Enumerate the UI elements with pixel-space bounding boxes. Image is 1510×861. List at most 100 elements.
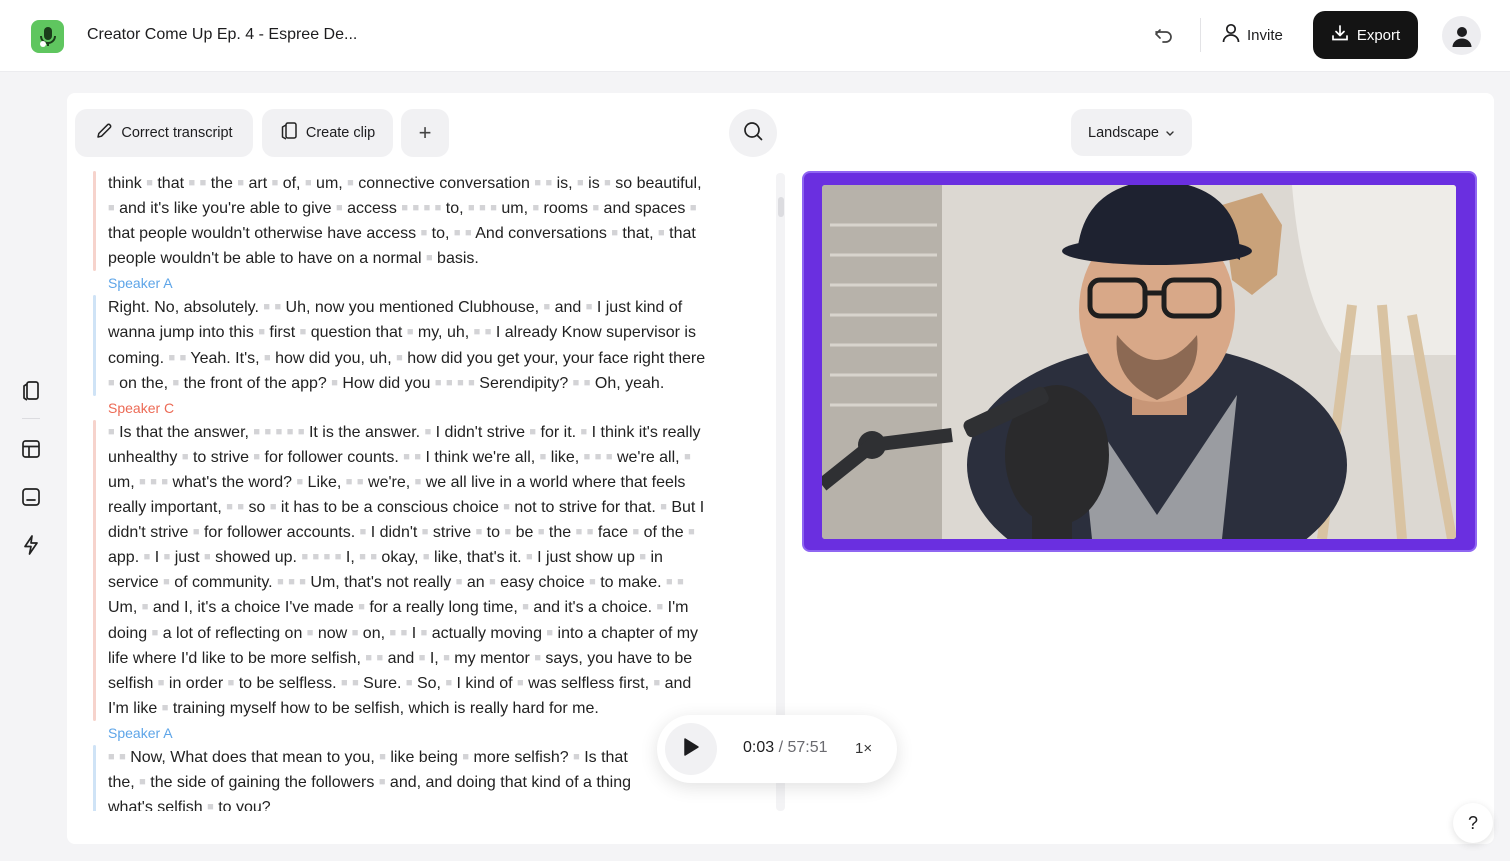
pause-marker[interactable]: ■ [108,377,115,389]
transcript-line[interactable]: ■ on the, ■ the front of the app? ■ How … [108,371,761,396]
pause-marker[interactable]: ■ [517,677,524,689]
transcript-line[interactable]: coming. ■ ■ Yeah. It's, ■ how did you, u… [108,346,761,371]
pause-marker[interactable]: ■ [253,426,260,438]
pause-marker[interactable]: ■ [358,601,365,613]
pause-marker[interactable]: ■ [119,751,126,763]
pause-marker[interactable]: ■ [595,451,602,463]
episode-title[interactable]: Creator Come Up Ep. 4 - Espree De... [87,26,357,44]
pause-marker[interactable]: ■ [228,677,235,689]
pause-marker[interactable]: ■ [288,576,295,588]
pause-marker[interactable]: ■ [253,451,260,463]
transcript-line[interactable]: service ■ of community. ■ ■ ■ Um, that's… [108,570,761,595]
pause-marker[interactable]: ■ [264,352,271,364]
pause-marker[interactable]: ■ [237,177,244,189]
transcript-line[interactable]: unhealthy ■ to strive ■ for follower cou… [108,445,761,470]
pause-marker[interactable]: ■ [435,202,442,214]
transcript-line[interactable]: people wouldn't be able to have on a nor… [108,246,761,271]
pause-marker[interactable]: ■ [474,326,481,338]
pause-marker[interactable]: ■ [180,352,187,364]
pause-marker[interactable]: ■ [576,526,583,538]
pause-marker[interactable]: ■ [421,227,428,239]
pause-marker[interactable]: ■ [446,377,453,389]
pause-marker[interactable]: ■ [272,177,279,189]
pause-marker[interactable]: ■ [347,177,354,189]
help-button[interactable]: ? [1453,803,1493,843]
pause-marker[interactable]: ■ [162,702,169,714]
transcript-paragraph[interactable]: ■ Is that the answer, ■ ■ ■ ■ ■ It is th… [89,419,761,721]
transcript-line[interactable]: Um, ■ and I, it's a choice I've made ■ f… [108,595,761,620]
pause-marker[interactable]: ■ [365,652,372,664]
pause-marker[interactable]: ■ [462,751,469,763]
pause-marker[interactable]: ■ [193,526,200,538]
pause-marker[interactable]: ■ [144,551,151,563]
pause-marker[interactable]: ■ [412,202,419,214]
pause-marker[interactable]: ■ [379,751,386,763]
pause-marker[interactable]: ■ [298,426,305,438]
pause-marker[interactable]: ■ [468,202,475,214]
pause-marker[interactable]: ■ [606,451,613,463]
pause-marker[interactable]: ■ [172,377,179,389]
transcript-line[interactable]: really important, ■ ■ so ■ it has to be … [108,495,761,520]
pause-marker[interactable]: ■ [633,526,640,538]
pause-marker[interactable]: ■ [443,652,450,664]
logo-mic-icon[interactable] [31,20,64,53]
pause-marker[interactable]: ■ [307,627,314,639]
pause-marker[interactable]: ■ [504,526,511,538]
pause-marker[interactable]: ■ [424,202,431,214]
video-preview[interactable] [822,185,1456,539]
pause-marker[interactable]: ■ [573,751,580,763]
pause-marker[interactable]: ■ [534,177,541,189]
pause-marker[interactable]: ■ [188,177,195,189]
pause-marker[interactable]: ■ [419,652,426,664]
pause-marker[interactable]: ■ [146,177,153,189]
speaker-label[interactable]: Speaker C [89,396,761,420]
pause-marker[interactable]: ■ [346,476,353,488]
invite-button[interactable]: Invite [1222,18,1283,52]
pause-marker[interactable]: ■ [581,426,588,438]
captions-icon[interactable] [19,485,43,509]
transcript-line[interactable]: the, ■ the side of gaining the followers… [108,770,761,795]
play-button[interactable] [665,723,717,775]
pause-marker[interactable]: ■ [204,551,211,563]
pause-marker[interactable]: ■ [277,576,284,588]
pause-marker[interactable]: ■ [161,476,168,488]
pause-marker[interactable]: ■ [341,677,348,689]
pause-marker[interactable]: ■ [489,576,496,588]
pause-marker[interactable]: ■ [522,601,529,613]
pause-marker[interactable]: ■ [352,627,359,639]
pause-marker[interactable]: ■ [401,627,408,639]
pause-marker[interactable]: ■ [546,627,553,639]
pause-marker[interactable]: ■ [401,202,408,214]
pause-marker[interactable]: ■ [324,551,331,563]
undo-icon[interactable] [1151,22,1177,48]
transcript-line[interactable]: that people wouldn't otherwise have acce… [108,221,761,246]
pause-marker[interactable]: ■ [263,301,270,313]
transcript-line[interactable]: ■ Is that the answer, ■ ■ ■ ■ ■ It is th… [108,420,761,445]
pause-marker[interactable]: ■ [226,501,233,513]
pause-marker[interactable]: ■ [313,551,320,563]
pause-marker[interactable]: ■ [532,202,539,214]
pause-marker[interactable]: ■ [684,451,691,463]
pause-marker[interactable]: ■ [445,677,452,689]
pause-marker[interactable]: ■ [584,451,591,463]
pause-marker[interactable]: ■ [152,627,159,639]
pause-marker[interactable]: ■ [296,476,303,488]
pause-marker[interactable]: ■ [435,377,442,389]
pause-marker[interactable]: ■ [454,227,461,239]
pause-marker[interactable]: ■ [331,377,338,389]
lightning-icon[interactable] [19,533,43,557]
pause-marker[interactable]: ■ [142,601,149,613]
pause-marker[interactable]: ■ [274,301,281,313]
transcript-paragraph[interactable]: Right. No, absolutely. ■ ■ Uh, now you m… [89,295,761,396]
pause-marker[interactable]: ■ [479,202,486,214]
pause-marker[interactable]: ■ [335,551,342,563]
pause-marker[interactable]: ■ [200,177,207,189]
pause-marker[interactable]: ■ [182,451,189,463]
pause-marker[interactable]: ■ [270,501,277,513]
transcript-line[interactable]: didn't strive ■ for follower accounts. ■… [108,520,761,545]
pause-marker[interactable]: ■ [168,352,175,364]
pause-marker[interactable]: ■ [370,551,377,563]
pause-marker[interactable]: ■ [425,426,432,438]
pause-marker[interactable]: ■ [164,551,171,563]
pause-marker[interactable]: ■ [139,476,146,488]
